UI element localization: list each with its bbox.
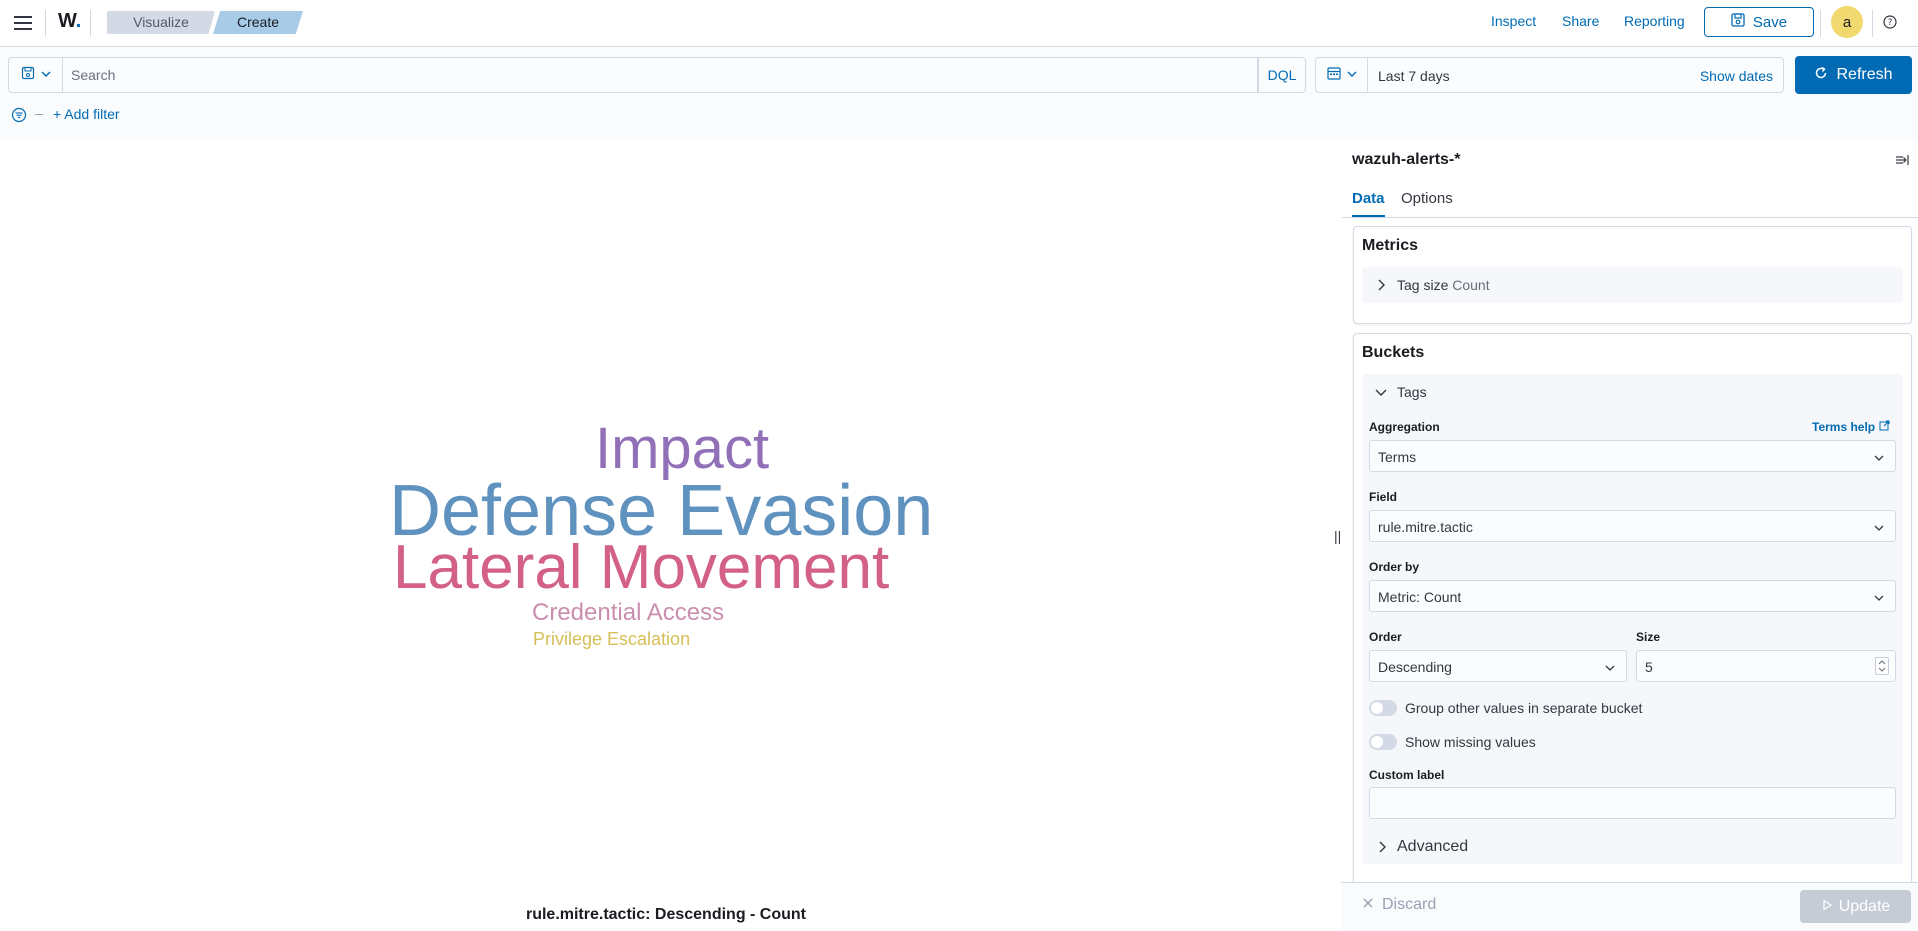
breadcrumb-visualize[interactable]: Visualize: [107, 11, 215, 34]
external-link-icon: [1879, 420, 1890, 434]
refresh-button[interactable]: Refresh: [1795, 56, 1912, 94]
discard-button[interactable]: Discard: [1362, 896, 1436, 914]
aggregation-value: Terms: [1378, 449, 1417, 465]
calendar-icon: [1326, 66, 1341, 85]
order-by-label: Order by: [1369, 560, 1420, 574]
tag-cloud-word[interactable]: Credential Access: [532, 601, 724, 625]
date-range-value[interactable]: Last 7 days: [1378, 68, 1450, 84]
order-label: Order: [1369, 630, 1402, 644]
chevron-down-icon: [1347, 66, 1357, 84]
bucket-tags-label[interactable]: Tags: [1397, 384, 1427, 400]
play-icon: [1821, 898, 1833, 916]
svg-text:?: ?: [1888, 18, 1893, 28]
chevron-down-icon: [41, 66, 51, 84]
order-value: Descending: [1378, 659, 1452, 675]
metric-row-label: Tag size Count: [1397, 277, 1490, 293]
custom-label-input[interactable]: [1369, 787, 1896, 819]
metric-type: Count: [1452, 277, 1490, 293]
buckets-title: Buckets: [1362, 344, 1425, 361]
update-label: Update: [1838, 897, 1891, 915]
refresh-icon: [1814, 66, 1828, 85]
visualization-caption: rule.mitre.tactic: Descending - Count: [525, 906, 807, 923]
app-logo[interactable]: W.: [58, 10, 81, 33]
share-link[interactable]: Share: [1562, 13, 1599, 29]
show-missing-toggle[interactable]: [1369, 734, 1397, 750]
add-filter-button[interactable]: + Add filter: [53, 106, 120, 122]
chevron-right-icon[interactable]: [1374, 278, 1388, 292]
chevron-right-icon: [1375, 840, 1389, 854]
help-icon[interactable]: ?: [1882, 14, 1898, 30]
number-stepper-icon[interactable]: [1875, 657, 1889, 675]
terms-help-link[interactable]: Terms help: [1812, 420, 1890, 434]
collapse-sidebar-icon[interactable]: [1894, 152, 1910, 168]
terms-help-label: Terms help: [1812, 420, 1876, 434]
metric-name: Tag size: [1397, 277, 1449, 293]
show-missing-label: Show missing values: [1405, 734, 1536, 750]
inspect-link[interactable]: Inspect: [1491, 13, 1536, 29]
save-button[interactable]: Save: [1704, 7, 1814, 37]
group-other-label: Group other values in separate bucket: [1405, 700, 1643, 716]
order-by-value: Metric: Count: [1378, 589, 1462, 605]
save-button-label: Save: [1752, 13, 1788, 31]
field-value: rule.mitre.tactic: [1378, 519, 1473, 535]
search-input[interactable]: [62, 57, 1258, 93]
tag-cloud-word[interactable]: Impact: [595, 420, 769, 478]
filter-options-icon[interactable]: [11, 107, 27, 123]
header-divider: [1872, 10, 1873, 37]
header-divider: [45, 10, 46, 37]
quick-date-menu-button[interactable]: [1315, 57, 1367, 93]
hamburger-menu-icon[interactable]: [10, 10, 36, 36]
reporting-link[interactable]: Reporting: [1624, 13, 1685, 29]
show-dates-link[interactable]: Show dates: [1700, 68, 1773, 84]
size-value: 5: [1645, 659, 1653, 675]
avatar[interactable]: a: [1831, 6, 1863, 38]
tag-cloud-word[interactable]: Privilege Escalation: [533, 630, 690, 648]
field-label: Field: [1369, 490, 1398, 504]
dql-language-button[interactable]: DQL: [1258, 57, 1306, 93]
refresh-button-label: Refresh: [1836, 66, 1893, 83]
date-range-picker[interactable]: Last 7 days Show dates: [1367, 57, 1784, 93]
close-icon: [1362, 896, 1374, 914]
tab-options[interactable]: Options: [1401, 190, 1453, 215]
breadcrumb-create: Create: [213, 11, 303, 34]
top-header: W. Visualize Create Inspect Share Report…: [0, 0, 1918, 47]
tag-cloud-word[interactable]: Lateral Movement: [393, 537, 889, 599]
header-divider: [90, 10, 91, 37]
chevron-down-icon: [1873, 451, 1885, 463]
group-other-toggle[interactable]: [1369, 700, 1397, 716]
size-label: Size: [1636, 630, 1661, 644]
custom-label-label: Custom label: [1369, 768, 1445, 782]
update-button[interactable]: Update: [1800, 890, 1911, 923]
metrics-title: Metrics: [1362, 237, 1419, 254]
discard-label: Discard: [1382, 896, 1437, 913]
field-select[interactable]: rule.mitre.tactic: [1369, 510, 1896, 542]
chevron-down-icon: [1604, 661, 1616, 673]
saved-query-icon: [21, 66, 35, 85]
chevron-down-icon: [1873, 591, 1885, 603]
filter-separator: [35, 114, 43, 115]
save-icon: [1731, 13, 1745, 31]
chevron-down-icon[interactable]: [1374, 385, 1388, 399]
size-input[interactable]: 5: [1636, 650, 1896, 682]
aggregation-label: Aggregation: [1369, 420, 1440, 434]
tab-data[interactable]: Data: [1352, 190, 1385, 217]
index-pattern-title: wazuh-alerts-*: [1352, 151, 1461, 168]
order-select[interactable]: Descending: [1369, 650, 1627, 682]
order-by-select[interactable]: Metric: Count: [1369, 580, 1896, 612]
metric-tag-size-row[interactable]: Tag size Count: [1362, 267, 1903, 303]
advanced-label: Advanced: [1397, 838, 1469, 855]
chevron-down-icon: [1873, 521, 1885, 533]
header-divider: [1820, 10, 1821, 37]
advanced-toggle[interactable]: Advanced: [1369, 830, 1669, 864]
sidebar-tabs: Data Options: [1342, 184, 1918, 218]
aggregation-select[interactable]: Terms: [1369, 440, 1896, 472]
saved-query-button[interactable]: [8, 57, 62, 93]
